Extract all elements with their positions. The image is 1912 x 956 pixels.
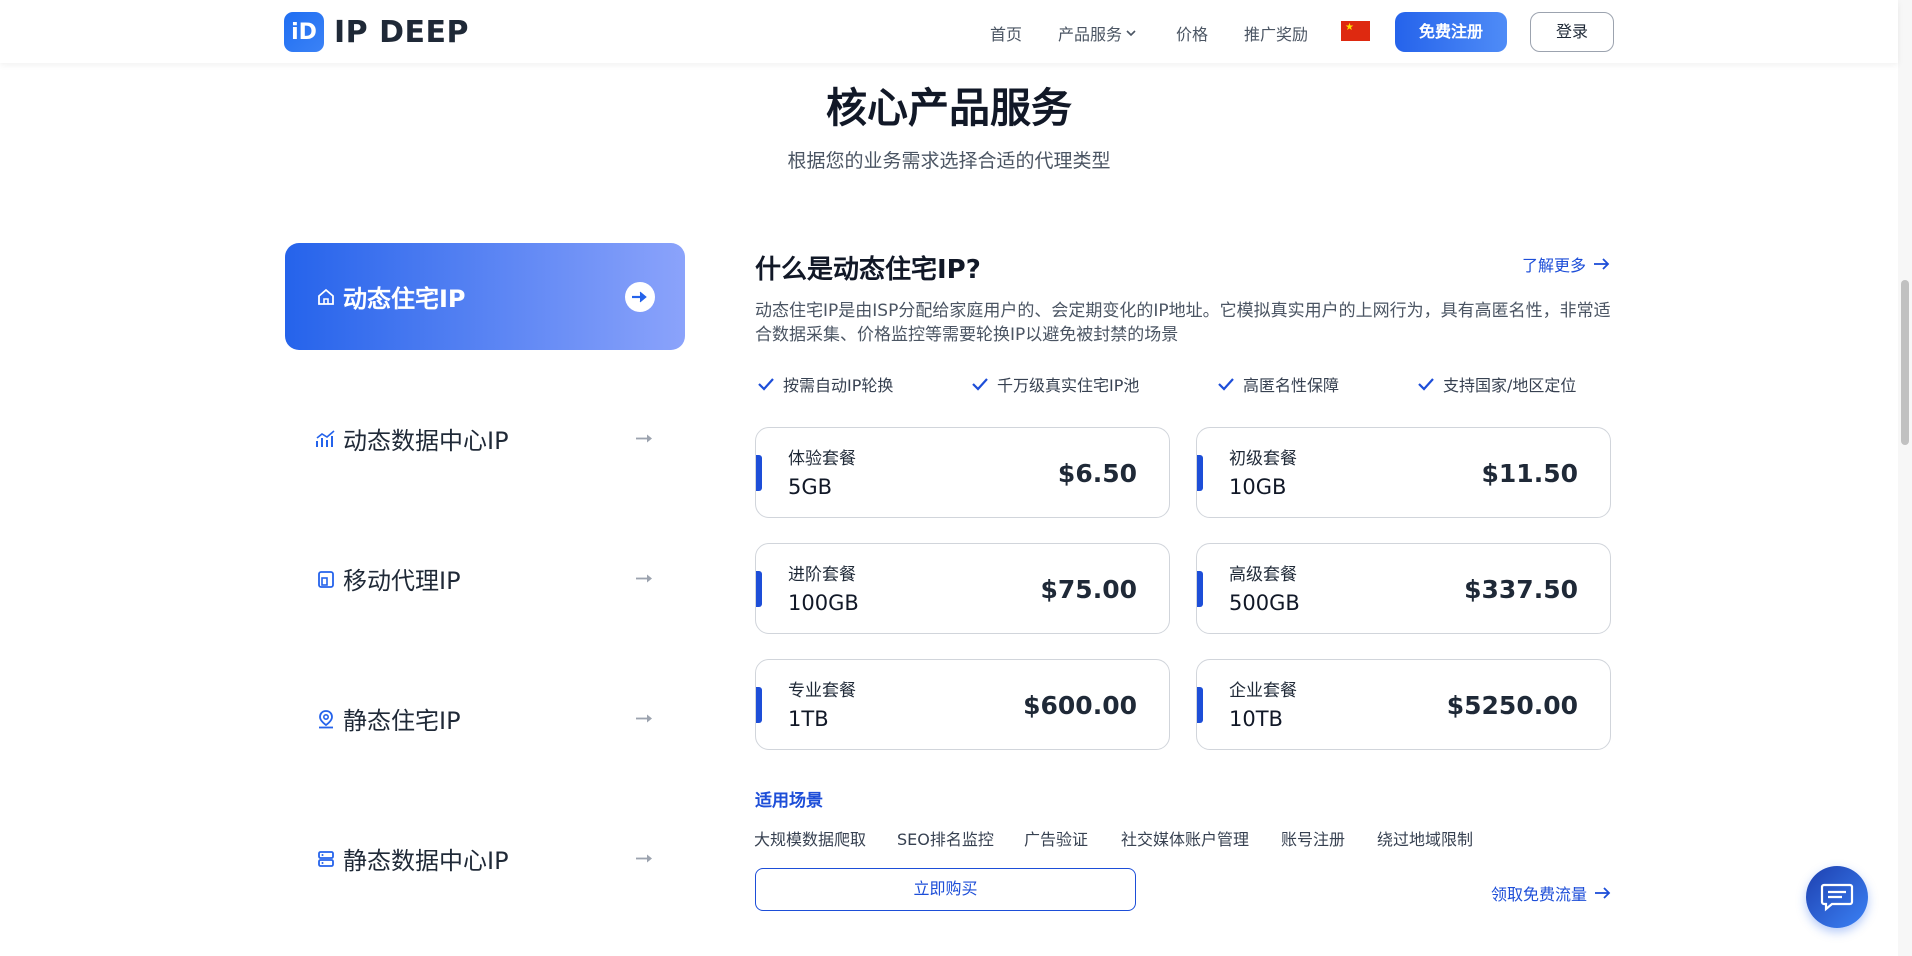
check-icon xyxy=(972,378,988,391)
china-flag-icon[interactable]: ★ xyxy=(1341,21,1370,41)
register-button[interactable]: 免费注册 xyxy=(1395,12,1507,52)
check-icon xyxy=(1418,378,1434,391)
tab-label: 动态住宅IP xyxy=(343,285,466,313)
plan-size: 1TB xyxy=(788,707,829,731)
scene-tag: 广告验证 xyxy=(1024,830,1089,849)
chat-bubble-icon xyxy=(1820,883,1854,912)
arrow-right-icon xyxy=(1594,258,1610,270)
plan-card-pro[interactable]: 专业套餐 1TB $600.00 xyxy=(755,659,1170,750)
nav-products[interactable]: 产品服务 xyxy=(1058,21,1137,45)
feature-item: 按需自动IP轮换 xyxy=(757,372,893,396)
plan-card-premium[interactable]: 高级套餐 500GB $337.50 xyxy=(1196,543,1611,634)
arrow-right-icon xyxy=(635,709,655,728)
plan-card-trial[interactable]: 体验套餐 5GB $6.50 xyxy=(755,427,1170,518)
chart-icon xyxy=(315,428,337,450)
tab-label: 移动代理IP xyxy=(343,567,461,595)
scene-tag: 账号注册 xyxy=(1281,830,1346,849)
nav-referral[interactable]: 推广奖励 xyxy=(1244,21,1308,45)
plan-size: 10GB xyxy=(1229,475,1287,499)
tab-arrow xyxy=(625,281,655,312)
chat-support-button[interactable] xyxy=(1806,866,1868,928)
scenes-title: 适用场景 xyxy=(755,791,823,811)
top-header: iD IP DEEP 首页 产品服务 价格 推广奖励 ★ 免费注册 登录 xyxy=(0,0,1898,63)
plan-price: $600.00 xyxy=(1023,691,1137,720)
arrow-right-icon xyxy=(635,429,655,448)
arrow-right-icon xyxy=(635,849,655,868)
tab-mobile-proxy[interactable]: 移动代理IP xyxy=(285,525,685,632)
learn-more-link[interactable]: 了解更多 xyxy=(1522,252,1612,276)
arrow-right-circle-icon xyxy=(625,281,655,312)
check-icon xyxy=(758,378,774,391)
arrow-right-icon xyxy=(635,569,655,588)
detail-title: 什么是动态住宅IP? xyxy=(755,255,981,285)
arrow-right-icon xyxy=(1595,887,1611,899)
scene-tag: 绕过地域限制 xyxy=(1377,830,1474,849)
nav-products-label: 产品服务 xyxy=(1058,25,1123,44)
plan-price: $5250.00 xyxy=(1446,691,1578,720)
logo-text: IP DEEP xyxy=(334,14,469,50)
card-accent-bar xyxy=(1197,455,1203,491)
feature-item: 支持国家/地区定位 xyxy=(1417,372,1576,396)
nav-pricing[interactable]: 价格 xyxy=(1176,21,1208,45)
plan-name: 初级套餐 xyxy=(1229,449,1297,469)
feature-label: 按需自动IP轮换 xyxy=(783,376,894,395)
tab-dynamic-datacenter[interactable]: 动态数据中心IP xyxy=(285,385,685,492)
check-icon xyxy=(1218,378,1234,391)
nav-home[interactable]: 首页 xyxy=(990,21,1022,45)
plan-name: 企业套餐 xyxy=(1229,681,1297,701)
plan-price: $11.50 xyxy=(1481,459,1578,488)
card-accent-bar xyxy=(756,687,762,723)
login-button[interactable]: 登录 xyxy=(1530,12,1614,52)
tab-label: 动态数据中心IP xyxy=(343,427,509,455)
home-icon xyxy=(315,286,337,308)
detail-description: 动态住宅IP是由ISP分配给家庭用户的、会定期变化的IP地址。它模拟真实用户的上… xyxy=(755,301,1611,345)
location-pin-icon xyxy=(315,708,337,730)
plan-name: 专业套餐 xyxy=(788,681,856,701)
feature-label: 高匿名性保障 xyxy=(1243,376,1340,395)
plan-name: 进阶套餐 xyxy=(788,565,856,585)
plan-size: 100GB xyxy=(788,591,859,615)
card-accent-bar xyxy=(756,455,762,491)
tab-dynamic-residential[interactable]: 动态住宅IP xyxy=(285,243,685,350)
plan-card-advanced[interactable]: 进阶套餐 100GB $75.00 xyxy=(755,543,1170,634)
tab-static-residential[interactable]: 静态住宅IP xyxy=(285,665,685,772)
scene-tag: 大规模数据爬取 xyxy=(754,830,867,849)
free-traffic-link[interactable]: 领取免费流量 xyxy=(1491,881,1613,905)
plan-name: 高级套餐 xyxy=(1229,565,1297,585)
feature-item: 高匿名性保障 xyxy=(1217,372,1339,396)
feature-label: 支持国家/地区定位 xyxy=(1443,376,1577,395)
plan-card-enterprise[interactable]: 企业套餐 10TB $5250.00 xyxy=(1196,659,1611,750)
tab-label: 静态住宅IP xyxy=(343,707,461,735)
free-traffic-label: 领取免费流量 xyxy=(1491,885,1588,904)
logo[interactable]: iD IP DEEP xyxy=(284,12,469,52)
buy-now-button[interactable]: 立即购买 xyxy=(755,868,1136,911)
card-accent-bar xyxy=(1197,571,1203,607)
chevron-down-icon xyxy=(1126,30,1136,37)
plan-price: $75.00 xyxy=(1040,575,1137,604)
feature-label: 千万级真实住宅IP池 xyxy=(997,376,1140,395)
tab-label: 静态数据中心IP xyxy=(343,847,509,875)
card-accent-bar xyxy=(1197,687,1203,723)
plan-size: 500GB xyxy=(1229,591,1300,615)
section-subtitle: 根据您的业务需求选择合适的代理类型 xyxy=(787,150,1111,172)
plan-card-basic[interactable]: 初级套餐 10GB $11.50 xyxy=(1196,427,1611,518)
scrollbar-thumb[interactable] xyxy=(1901,280,1909,445)
plan-size: 5GB xyxy=(788,475,833,499)
scrollbar-track[interactable] xyxy=(1898,0,1912,956)
section-title: 核心产品服务 xyxy=(826,84,1072,132)
plan-size: 10TB xyxy=(1229,707,1283,731)
scene-tag: SEO排名监控 xyxy=(897,830,994,849)
feature-item: 千万级真实住宅IP池 xyxy=(971,372,1139,396)
tab-static-datacenter[interactable]: 静态数据中心IP xyxy=(285,805,685,912)
server-icon xyxy=(315,848,337,870)
scene-tag: 社交媒体账户管理 xyxy=(1121,830,1250,849)
card-accent-bar xyxy=(756,571,762,607)
plan-name: 体验套餐 xyxy=(788,449,856,469)
mobile-icon xyxy=(315,568,337,590)
learn-more-label: 了解更多 xyxy=(1522,256,1587,275)
plan-price: $6.50 xyxy=(1057,459,1137,488)
logo-mark-icon: iD xyxy=(284,12,324,52)
plan-price: $337.50 xyxy=(1464,575,1578,604)
